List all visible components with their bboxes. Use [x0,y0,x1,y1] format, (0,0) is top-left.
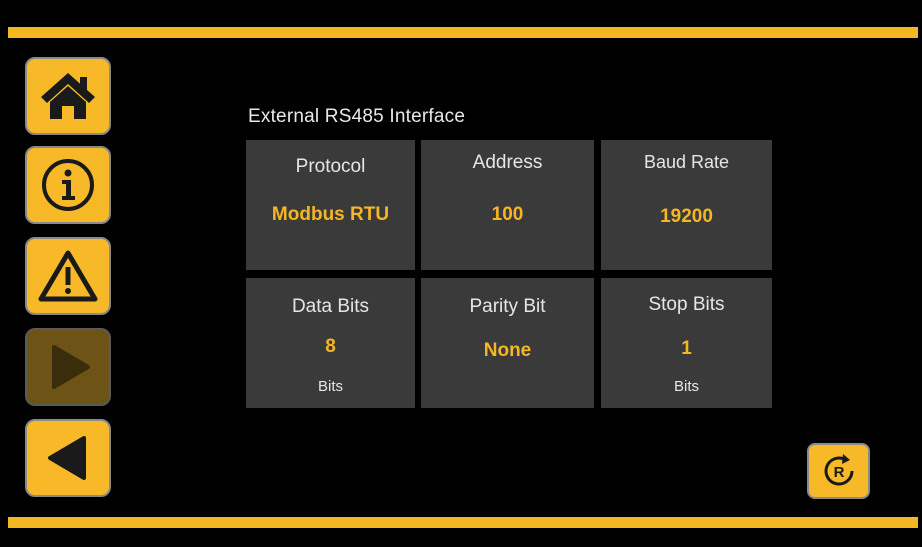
info-button[interactable] [25,146,111,224]
data-bits-value: 8 [325,336,336,357]
protocol-tile[interactable]: Protocol Modbus RTU [246,140,415,270]
baud-rate-value: 19200 [660,206,713,227]
baud-rate-label: Baud Rate [643,152,730,172]
data-bits-label: Data Bits [291,296,370,317]
page-title: External RS485 Interface [248,106,466,127]
stop-bits-tile[interactable]: Stop Bits 1 Bits [601,278,772,408]
reset-button[interactable]: R [807,443,870,499]
info-icon [42,159,94,211]
play-icon [52,345,90,389]
baud-rate-tile[interactable]: Baud Rate 19200 [601,140,772,270]
reset-icon: R [824,454,853,486]
home-button[interactable] [25,57,111,135]
top-accent-bar [8,27,918,38]
reset-glyph: R [833,464,844,481]
address-value: 100 [491,204,524,225]
parity-bit-label: Parity Bit [469,296,546,317]
play-button[interactable] [25,328,111,406]
stop-bits-value: 1 [681,338,692,359]
back-button[interactable] [25,419,111,497]
warning-button[interactable] [25,237,111,315]
bottom-accent-bar [8,517,918,528]
address-tile[interactable]: Address 100 [421,140,594,270]
warning-icon [38,250,98,302]
protocol-value: Modbus RTU [271,204,390,225]
stop-bits-unit: Bits [673,378,699,395]
stop-bits-label: Stop Bits [648,294,725,315]
data-bits-tile[interactable]: Data Bits 8 Bits [246,278,415,408]
address-label: Address [472,152,543,173]
parity-bit-value: None [483,340,532,361]
protocol-label: Protocol [295,156,366,177]
data-bits-unit: Bits [317,378,343,395]
home-icon [41,73,95,119]
back-icon [48,436,86,480]
parity-bit-tile[interactable]: Parity Bit None [421,278,594,408]
